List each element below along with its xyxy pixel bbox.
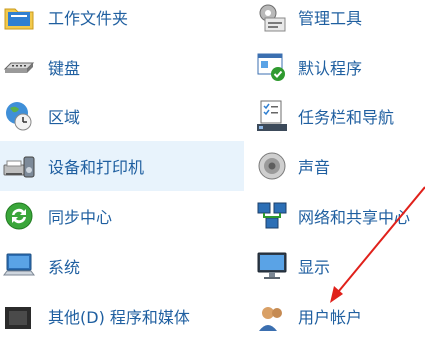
item-sound[interactable]: 声音 [250,141,425,191]
item-label: 显示 [298,258,331,277]
work-folders-icon [4,8,34,30]
speaker-icon [258,152,286,180]
item-label: 同步中心 [48,208,113,227]
item-devices-printers[interactable]: 设备和打印机 [0,141,244,191]
sync-center-icon [5,202,33,230]
user-accounts-icon [259,307,282,331]
taskbar-navigation-icon [257,100,287,131]
item-label: 键盘 [48,59,81,78]
item-sync-center[interactable]: 同步中心 [0,191,244,241]
display-monitor-icon [257,252,287,279]
item-label: 用户帐户 [298,308,363,327]
item-label: 设备和打印机 [48,158,145,177]
item-other-media[interactable]: 其他(D) 程序和媒体 [0,291,244,341]
item-label: 管理工具 [298,9,363,28]
item-label: 区域 [48,108,81,127]
default-programs-icon [257,53,285,81]
item-label: 工作文件夹 [48,9,129,28]
region-globe-clock-icon [6,102,32,131]
administrative-tools-icon [259,4,286,32]
item-network-sharing[interactable]: 网络和共享中心 [250,191,425,241]
other-media-icon [5,307,31,329]
item-default-programs[interactable]: 默认程序 [250,42,425,92]
item-label: 网络和共享中心 [298,208,411,227]
devices-printers-icon [3,156,35,178]
keyboard-icon [3,62,35,73]
item-user-accounts[interactable]: 用户帐户 [250,291,425,341]
item-work-folders[interactable]: 工作文件夹 [0,0,244,42]
item-system[interactable]: 系统 [0,241,244,291]
item-region[interactable]: 区域 [0,91,244,141]
item-label: 默认程序 [298,59,363,78]
item-display[interactable]: 显示 [250,241,425,291]
item-keyboard[interactable]: 键盘 [0,42,244,92]
item-label: 其他(D) 程序和媒体 [48,308,190,327]
item-administrative-tools[interactable]: 管理工具 [250,0,425,42]
item-label: 声音 [298,158,331,177]
item-taskbar-navigation[interactable]: 任务栏和导航 [250,91,425,141]
network-sharing-icon [257,202,287,229]
item-label: 任务栏和导航 [298,108,395,127]
item-label: 系统 [48,258,81,277]
system-computer-icon [3,253,35,276]
